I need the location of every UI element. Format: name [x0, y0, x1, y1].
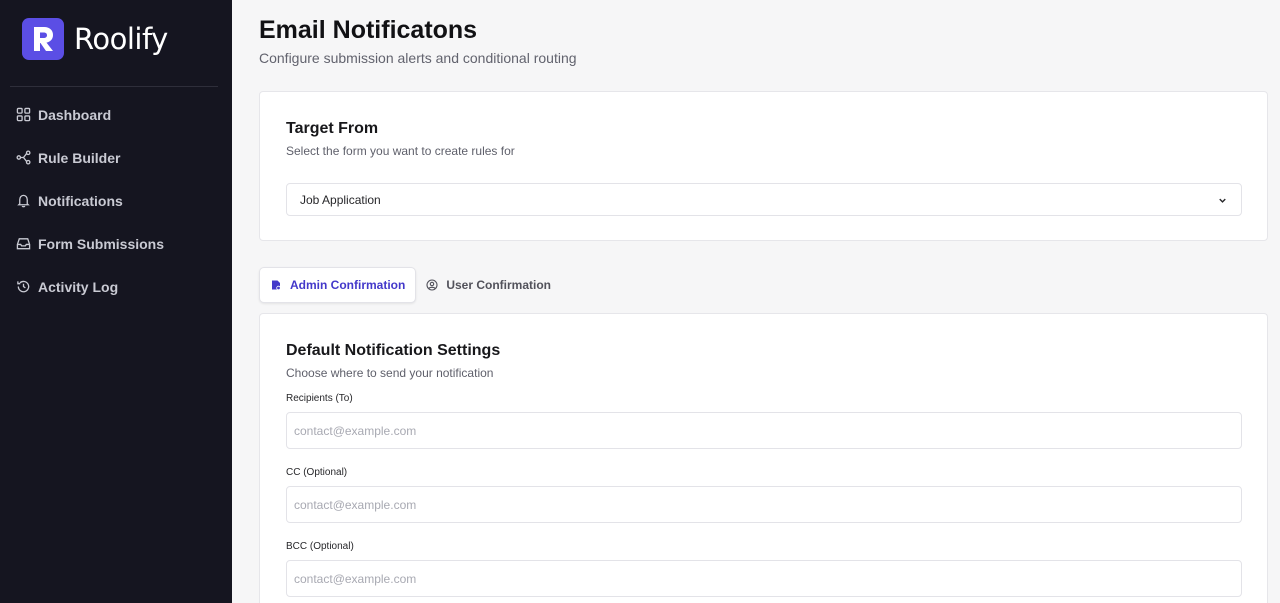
page-subtitle: Configure submission alerts and conditio… — [259, 50, 577, 66]
sidebar-nav: Dashboard Rule Builder Notifications For… — [0, 93, 232, 308]
cc-input[interactable] — [286, 486, 1242, 523]
sidebar-item-dashboard[interactable]: Dashboard — [0, 93, 232, 136]
sidebar-item-activity-log[interactable]: Activity Log — [0, 265, 232, 308]
recipients-input[interactable] — [286, 412, 1242, 449]
sidebar-item-rule-builder[interactable]: Rule Builder — [0, 136, 232, 179]
bcc-input[interactable] — [286, 560, 1242, 597]
dashboard-icon — [16, 107, 31, 122]
target-form-title: Target From — [286, 120, 379, 137]
page-title: Email Notificatons — [259, 16, 478, 44]
tab-admin-confirmation[interactable]: Admin Confirmation — [259, 267, 417, 303]
history-icon — [17, 280, 30, 293]
sidebar-item-label: Rule Builder — [38, 149, 121, 166]
tab-user-confirmation[interactable]: User Confirmation — [416, 267, 561, 303]
target-form-card: Target From Select the form you want to … — [259, 91, 1268, 241]
target-form-description: Select the form you want to create rules… — [286, 144, 515, 158]
bcc-label: BCC (Optional) — [286, 541, 354, 552]
confirmation-tabs: Admin Confirmation User Confirmation — [259, 267, 561, 303]
logo-r-icon — [34, 27, 53, 51]
notification-settings-card: Default Notification Settings Choose whe… — [259, 313, 1268, 603]
sidebar-item-label: Notifications — [38, 192, 123, 209]
sidebar-item-label: Activity Log — [38, 278, 119, 295]
form-select-value: Job Application — [300, 192, 381, 207]
recipients-label: Recipients (To) — [286, 393, 353, 404]
cc-label: CC (Optional) — [286, 467, 348, 478]
tab-label: User Confirmation — [446, 278, 552, 292]
tab-label: Admin Confirmation — [290, 278, 406, 292]
app-logo[interactable]: Roolify — [22, 18, 168, 60]
form-select[interactable]: Job Application — [286, 183, 1242, 216]
logo-mark — [22, 18, 64, 60]
sidebar-divider — [10, 86, 218, 87]
inbox-icon — [16, 238, 31, 250]
sidebar: Roolify Dashboard Rule Builder Notificat… — [0, 0, 232, 603]
admin-icon — [272, 280, 281, 291]
app-name: Roolify — [74, 22, 168, 56]
sidebar-item-label: Form Submissions — [38, 235, 165, 252]
settings-description: Choose where to send your notification — [286, 366, 494, 380]
user-circle-icon — [426, 279, 438, 291]
settings-title: Default Notification Settings — [286, 342, 501, 359]
sidebar-item-notifications[interactable]: Notifications — [0, 179, 232, 222]
bell-icon — [17, 194, 30, 208]
rule-builder-icon — [16, 150, 31, 165]
main-content: Email Notificatons Configure submission … — [232, 0, 1280, 603]
chevron-down-icon — [1219, 198, 1226, 203]
sidebar-item-form-submissions[interactable]: Form Submissions — [0, 222, 232, 265]
sidebar-item-label: Dashboard — [38, 106, 112, 123]
